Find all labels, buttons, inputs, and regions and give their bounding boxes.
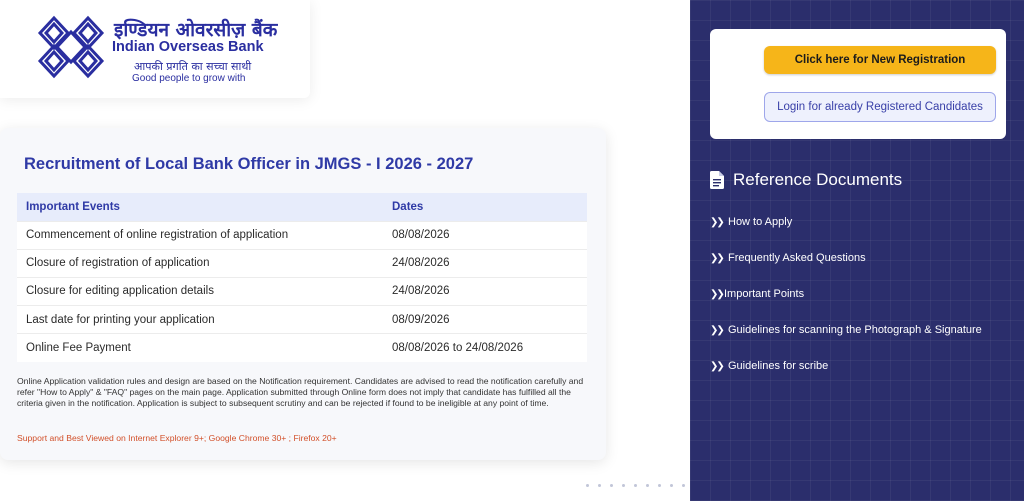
double-chevron-right-icon: ❯❯ [710,360,725,372]
table-row: Online Fee Payment 08/08/2026 to 24/08/2… [17,333,587,362]
double-chevron-right-icon: ❯❯ [710,252,725,264]
event-cell: Online Fee Payment [17,333,383,362]
date-cell: 24/08/2026 [383,248,587,278]
date-cell: 08/08/2026 to 24/08/2026 [383,333,587,362]
date-cell: 08/08/2026 [383,220,587,250]
table-row: Commencement of online registration of a… [17,220,587,250]
browser-support-note: Support and Best Viewed on Internet Expl… [17,433,337,443]
reference-link-faq[interactable]: ❯❯ Frequently Asked Questions [710,240,1010,276]
dot [646,484,649,487]
important-events-table: Important Events Dates Commencement of o… [17,193,587,362]
column-header-events: Important Events [17,193,383,221]
reference-documents-title: Reference Documents [733,170,903,189]
dot [658,484,661,487]
new-registration-button[interactable]: Click here for New Registration [764,46,996,74]
recruitment-card: Recruitment of Local Bank Officer in JMG… [0,128,606,460]
double-chevron-right-icon: ❯❯ [710,288,725,300]
dot [670,484,673,487]
date-cell: 08/09/2026 [383,305,587,334]
reference-link-label: How to Apply [728,216,793,228]
dot [682,484,685,487]
reference-link-label: Guidelines for scribe [728,360,829,372]
event-cell: Last date for printing your application [17,305,383,334]
event-cell: Commencement of online registration of a… [17,220,383,250]
reference-link-label: Guidelines for scanning the Photograph &… [728,324,982,336]
dot [586,484,589,487]
reference-link-label: Important Points [724,288,805,300]
reference-link-label: Frequently Asked Questions [728,252,866,264]
bank-name-english: Indian Overseas Bank [112,39,264,55]
reference-link-scribe-guidelines[interactable]: ❯❯ Guidelines for scribe [710,348,1010,384]
reference-list: ❯❯ How to Apply ❯❯ Frequently Asked Ques… [710,204,1010,384]
dot [598,484,601,487]
page-title: Recruitment of Local Bank Officer in JMG… [24,155,474,173]
reference-link-scanning-guidelines[interactable]: ❯❯ Guidelines for scanning the Photograp… [710,312,1010,348]
login-button[interactable]: Login for already Registered Candidates [764,92,996,122]
reference-link-important-points[interactable]: ❯❯ Important Points [710,276,1010,312]
table-row: Closure for editing application details … [17,276,587,306]
table-row: Closure of registration of application 2… [17,248,587,278]
event-cell: Closure for editing application details [17,276,383,306]
column-header-dates: Dates [383,193,587,221]
bank-logo-card: इण्डियन ओवरसीज़ बैंक Indian Overseas Ban… [0,0,310,98]
document-icon [710,171,724,189]
double-chevron-right-icon: ❯❯ [710,216,725,228]
dot [634,484,637,487]
table-row: Last date for printing your application … [17,305,587,334]
iob-logo-icon [37,15,105,79]
date-cell: 24/08/2026 [383,276,587,306]
reference-link-how-to-apply[interactable]: ❯❯ How to Apply [710,204,1010,240]
validation-note: Online Application validation rules and … [17,376,584,408]
registration-card: Click here for New Registration Login fo… [710,29,1006,139]
dot [610,484,613,487]
bank-tagline-english: Good people to grow with [132,73,246,84]
reference-documents-heading: Reference Documents [710,170,902,190]
bank-tagline-hindi: आपकी प्रगति का सच्चा साथी [134,60,252,73]
double-chevron-right-icon: ❯❯ [710,324,725,336]
sidebar-panel: Click here for New Registration Login fo… [690,0,1024,501]
event-cell: Closure of registration of application [17,248,383,278]
table-header-row: Important Events Dates [17,193,587,221]
dot [622,484,625,487]
